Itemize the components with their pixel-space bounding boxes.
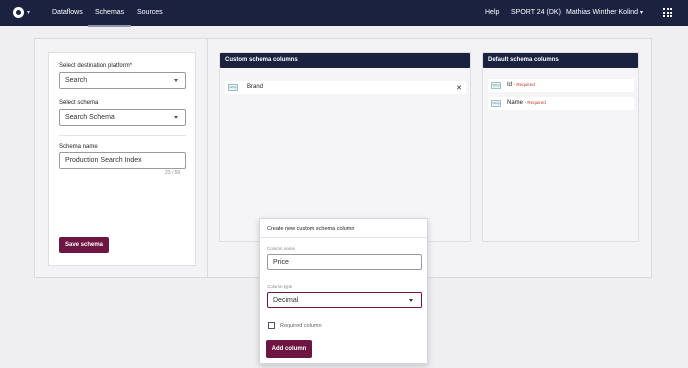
nav-dataflows[interactable]: Dataflows — [52, 9, 83, 16]
chevron-down-icon[interactable]: ▾ — [27, 9, 30, 16]
platform-select[interactable]: Search — [59, 72, 186, 89]
required-checkbox[interactable] — [268, 322, 275, 329]
column-name: Id - Required — [507, 82, 535, 88]
default-columns-panel: Default schema columns string Id - Requi… — [482, 52, 639, 242]
divider — [59, 135, 186, 136]
user-menu[interactable]: Mathias Winther Kolind ▾ — [566, 9, 643, 16]
column-name-label: Column name — [267, 246, 296, 251]
string-type-icon: string — [491, 100, 501, 107]
help-link[interactable]: Help — [485, 9, 499, 16]
column-name-value: Price — [273, 259, 289, 266]
top-nav: ▾ Dataflows Schemas Sources Help SPORT 2… — [0, 0, 688, 27]
char-counter: 23 / 50 — [165, 170, 181, 176]
custom-columns-panel: Custom schema columns string Brand ✕ — [219, 52, 471, 242]
save-schema-button[interactable]: Save schema — [59, 237, 109, 253]
schema-name-input[interactable]: Production Search Index — [59, 152, 186, 169]
column-name: Brand — [247, 84, 264, 90]
column-name-input[interactable]: Price — [267, 254, 422, 270]
dialog-title: Create new custom schema column — [267, 226, 355, 232]
string-type-icon: string — [228, 84, 238, 91]
required-badge: - Required — [513, 82, 535, 87]
custom-columns-header: Custom schema columns — [220, 53, 470, 68]
default-columns-header: Default schema columns — [483, 53, 638, 68]
platform-select-value: Search — [65, 77, 88, 84]
close-icon[interactable]: ✕ — [456, 84, 462, 92]
create-column-dialog: Create new custom schema column Column n… — [259, 218, 428, 364]
column-name-text: Id — [507, 82, 513, 88]
required-badge: - Required — [524, 100, 546, 105]
column-name: Name - Required — [507, 100, 546, 106]
platform-label: Select destination platform* — [59, 63, 133, 69]
column-type-value: Decimal — [273, 297, 299, 304]
list-item: string Name - Required — [488, 97, 634, 110]
nav-sources[interactable]: Sources — [137, 9, 163, 16]
schema-name-label: Schema name — [59, 144, 98, 150]
brand-logo-icon[interactable] — [13, 7, 24, 18]
list-item[interactable]: string Brand ✕ — [225, 81, 466, 94]
chevron-down-icon — [174, 79, 178, 82]
column-name-text: Name — [507, 100, 524, 106]
account-selector[interactable]: SPORT 24 (DK) — [511, 9, 561, 16]
user-name: Mathias Winther Kolind — [566, 9, 638, 16]
required-checkbox-label: Required column — [280, 323, 322, 329]
schema-name-value: Production Search Index — [65, 157, 142, 164]
schema-label: Select schema — [59, 100, 99, 106]
apps-grid-icon[interactable] — [663, 8, 672, 17]
chevron-down-icon — [409, 299, 413, 302]
divider — [260, 237, 427, 238]
chevron-down-icon — [174, 116, 178, 119]
list-item: string Id - Required — [488, 79, 634, 92]
string-type-icon: string — [491, 82, 501, 89]
schema-select[interactable]: Search Schema — [59, 109, 186, 126]
schema-select-value: Search Schema — [65, 114, 115, 121]
divider — [207, 39, 208, 277]
column-type-label: Column type — [267, 284, 293, 289]
column-type-select[interactable]: Decimal — [267, 292, 422, 308]
chevron-down-icon: ▾ — [639, 10, 643, 16]
schema-form: Select destination platform* Search Sele… — [48, 52, 196, 266]
add-column-button[interactable]: Add column — [266, 340, 312, 358]
nav-schemas[interactable]: Schemas — [87, 9, 132, 27]
